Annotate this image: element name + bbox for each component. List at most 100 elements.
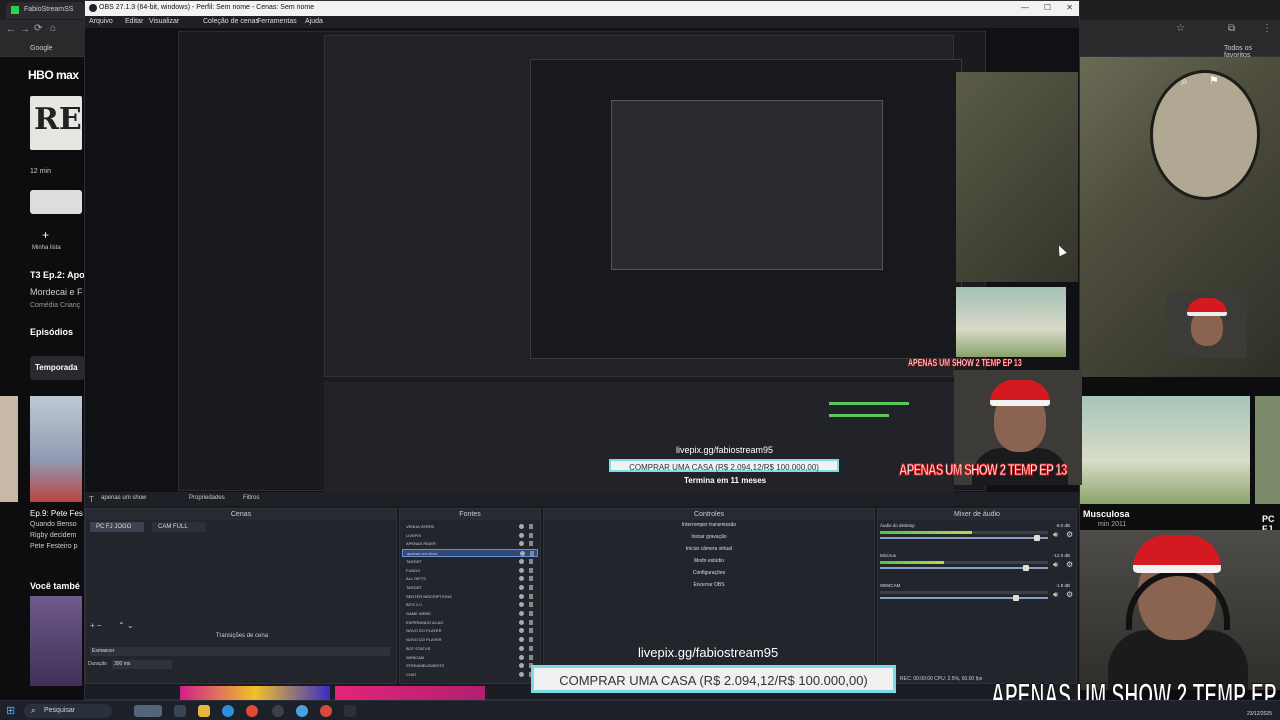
visibility-eye-icon[interactable]: [519, 541, 524, 547]
lock-icon[interactable]: [529, 584, 533, 590]
visibility-eye-icon[interactable]: [519, 654, 524, 660]
minimize-icon[interactable]: —: [1021, 3, 1029, 12]
extensions-icon[interactable]: ⧉: [1228, 23, 1235, 34]
visibility-eye-icon[interactable]: [519, 619, 524, 625]
menu-arquivo[interactable]: Arquivo: [89, 18, 113, 25]
lock-icon[interactable]: [529, 567, 533, 573]
source-row[interactable]: GAME WEBS: [402, 610, 538, 618]
file-explorer-icon[interactable]: [198, 705, 210, 717]
obs-taskbar-icon[interactable]: [272, 705, 284, 717]
gear-icon[interactable]: ⚙: [1066, 530, 1073, 539]
scene-cam-full[interactable]: CAM FULL: [152, 522, 206, 532]
visibility-eye-icon[interactable]: [519, 593, 524, 599]
windows-start-icon[interactable]: ⊞: [6, 705, 18, 717]
speaker-icon[interactable]: 🔊︎: [1053, 530, 1058, 540]
visibility-eye-icon[interactable]: [519, 584, 524, 590]
mixer-fader-knob[interactable]: [1022, 565, 1029, 571]
source-row[interactable]: VENHA VERPA: [402, 523, 538, 531]
source-row[interactable]: FUNDO: [402, 567, 538, 575]
recommend-thumb[interactable]: [30, 596, 82, 686]
visibility-eye-icon[interactable]: [519, 576, 524, 582]
season-dropdown[interactable]: Temporada: [30, 356, 84, 380]
play-button[interactable]: [30, 190, 82, 214]
hbo-max-logo[interactable]: HBO max: [28, 69, 79, 81]
gear-icon[interactable]: ⚙: [1066, 560, 1073, 569]
lock-icon[interactable]: [530, 551, 534, 557]
exit-obs-button[interactable]: Encerrar OBS: [544, 582, 874, 588]
source-row[interactable]: LIVEPIX: [402, 532, 538, 540]
lock-icon[interactable]: [529, 532, 533, 538]
menu-icon[interactable]: ⋮: [1262, 23, 1272, 34]
add-scene-icon[interactable]: + −: [90, 621, 102, 630]
lock-icon[interactable]: [529, 619, 533, 625]
source-row[interactable]: WEBCAM: [402, 654, 538, 662]
visibility-eye-icon[interactable]: [519, 628, 524, 634]
widget-icon[interactable]: [134, 705, 162, 717]
lock-icon[interactable]: [529, 611, 533, 616]
episode-9-thumb[interactable]: [30, 396, 82, 502]
visibility-eye-icon[interactable]: [519, 524, 524, 529]
start-recording-button[interactable]: Iniciar gravação: [544, 534, 874, 540]
mixer-fader-knob[interactable]: [1012, 595, 1019, 601]
mixer-fader-knob[interactable]: [1033, 535, 1040, 541]
menu-colecao[interactable]: Coleção de cenas: [203, 18, 259, 25]
maximize-icon[interactable]: ☐: [1044, 3, 1051, 12]
transition-select[interactable]: Esmaecer: [90, 647, 390, 656]
visibility-eye-icon[interactable]: [520, 551, 525, 557]
studio-mode-button[interactable]: Modo estúdio: [544, 558, 874, 564]
mixer-fader[interactable]: [880, 537, 1048, 539]
lock-icon[interactable]: [529, 558, 533, 564]
obs-preview[interactable]: APENAS UM SHOW 2 TEMP EP 13 livepix.gg/f…: [85, 28, 1247, 495]
scene-pc-fj-jogo[interactable]: PC FJ JOGO: [90, 522, 144, 532]
visibility-eye-icon[interactable]: [519, 558, 524, 564]
lock-icon[interactable]: [529, 593, 533, 599]
move-scene-icon[interactable]: ⌃ ⌄: [118, 621, 134, 630]
menu-ferramentas[interactable]: Ferramentas: [257, 18, 297, 25]
search-icon[interactable]: ⌕: [1181, 74, 1188, 89]
visibility-eye-icon[interactable]: [519, 532, 524, 538]
star-icon[interactable]: ☆: [1176, 23, 1185, 34]
visibility-eye-icon[interactable]: [519, 663, 524, 669]
source-row[interactable]: BITS 2.0: [402, 601, 538, 609]
prev-episode-thumb[interactable]: [0, 396, 18, 502]
menu-ajuda[interactable]: Ajuda: [305, 18, 323, 25]
chrome-icon-2[interactable]: [296, 705, 308, 717]
lock-icon[interactable]: [529, 628, 533, 634]
virtual-camera-button[interactable]: Iniciar câmera virtual: [544, 546, 874, 552]
forward-icon[interactable]: →: [20, 24, 30, 35]
gear-icon[interactable]: ⚙: [1066, 590, 1073, 599]
taskbar-search[interactable]: ⌕ Pesquisar: [24, 704, 112, 718]
menu-editar[interactable]: Editar: [125, 18, 143, 25]
settings-button[interactable]: Configurações: [544, 570, 874, 576]
chrome-icon-3[interactable]: [320, 705, 332, 717]
app-icon[interactable]: [344, 705, 356, 717]
stop-stream-button[interactable]: Interromper transmissão: [544, 522, 874, 528]
reload-icon[interactable]: ⟳: [34, 23, 42, 34]
speaker-icon[interactable]: 🔊︎: [1053, 590, 1058, 600]
mixer-fader[interactable]: [880, 597, 1048, 599]
visibility-eye-icon[interactable]: [519, 645, 524, 651]
home-icon[interactable]: ⌂: [50, 23, 56, 34]
bookmark-icon[interactable]: ⚑: [1209, 74, 1219, 87]
filters-button[interactable]: Filtros: [243, 495, 259, 501]
duration-input[interactable]: 300 ms: [112, 660, 172, 669]
lock-icon[interactable]: [529, 541, 533, 547]
task-view-icon[interactable]: [174, 705, 186, 717]
speaker-icon[interactable]: 🔊︎: [1053, 560, 1058, 570]
lock-icon[interactable]: [529, 654, 533, 660]
source-row[interactable]: apenas um show: [402, 549, 538, 558]
visibility-eye-icon[interactable]: [519, 611, 524, 616]
lock-icon[interactable]: [529, 602, 533, 608]
source-row[interactable]: CHAT: [402, 671, 538, 679]
source-row[interactable]: TARGET: [402, 584, 538, 592]
bookmark-google[interactable]: Google: [30, 45, 53, 52]
musculosa-thumb[interactable]: [1080, 396, 1250, 504]
properties-button[interactable]: Propriedades: [189, 495, 225, 501]
lock-icon[interactable]: [529, 645, 533, 651]
source-row[interactable]: SENTER INSCRIPTIONS: [402, 593, 538, 601]
source-row[interactable]: TARGET: [402, 558, 538, 566]
lock-icon[interactable]: [529, 637, 533, 643]
source-row[interactable]: BOT STATUS: [402, 645, 538, 653]
visibility-eye-icon[interactable]: [519, 637, 524, 643]
close-icon[interactable]: ✕: [1066, 3, 1073, 12]
